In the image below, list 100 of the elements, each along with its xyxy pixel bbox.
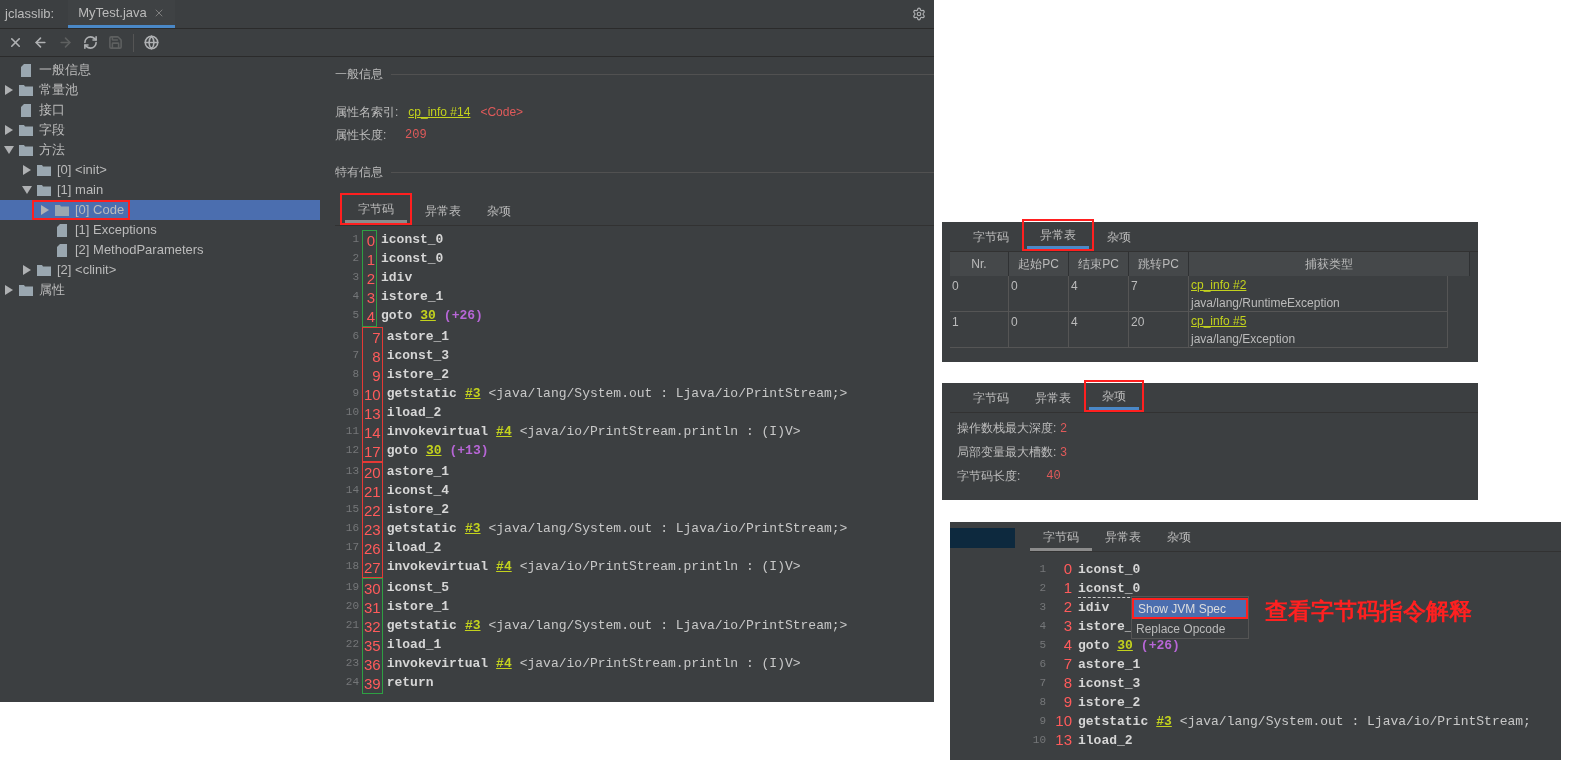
table-cell-text: java/lang/RuntimeException (1191, 295, 1341, 312)
column-header[interactable]: Nr. (950, 252, 1009, 276)
caret-right-icon[interactable] (4, 85, 14, 95)
line-number: 7 (1038, 676, 1046, 692)
reference-link[interactable]: cp_info #2 (1191, 276, 1247, 294)
refresh-icon[interactable] (83, 35, 98, 50)
reference-link[interactable]: cp_info #14 (408, 103, 471, 121)
caret-right-icon[interactable] (22, 265, 32, 275)
opcode: getstatic (1078, 713, 1149, 730)
opcode: getstatic (386, 520, 457, 537)
caret-right-icon[interactable] (4, 285, 14, 295)
tree-item-label: 接口 (39, 101, 65, 120)
bytecode-offset: 9 (1062, 692, 1072, 713)
tree-item-label: [1] Exceptions (75, 221, 157, 240)
opcode: return (386, 674, 434, 691)
reference-link[interactable]: #4 (496, 655, 512, 672)
field-label: 局部变量最大槽数: (957, 444, 1057, 461)
tab[interactable]: 异常表 (1027, 223, 1089, 249)
tree-item-label: [2] MethodParameters (75, 241, 204, 260)
globe-icon[interactable] (144, 35, 159, 50)
tab[interactable]: 杂项 (1094, 225, 1144, 251)
reference-link[interactable]: 30 (1117, 637, 1133, 654)
jump-offset: (+13) (449, 442, 489, 459)
tab[interactable]: 异常表 (1022, 386, 1084, 412)
tree-item-label: 方法 (39, 141, 65, 160)
opcode: iload_2 (386, 404, 442, 421)
opcode: iload_1 (386, 636, 442, 653)
folder-icon (19, 124, 33, 136)
folder-icon (19, 84, 33, 96)
bytecode-offset: 4 (1062, 635, 1072, 656)
column-header[interactable]: 起始PC (1009, 252, 1069, 276)
tree-item[interactable]: 常量池 (0, 80, 320, 100)
menu-item[interactable]: Show JVM Spec (1134, 600, 1246, 617)
settings-icon[interactable] (912, 7, 926, 21)
tree-item[interactable]: 方法 (0, 140, 320, 160)
caret-down-icon[interactable] (4, 145, 14, 155)
opcode: goto (381, 307, 413, 324)
bytecode-offset: 10 (364, 385, 381, 404)
tree-item[interactable]: 一般信息 (0, 60, 320, 80)
tree-item[interactable]: [2] <clinit> (0, 260, 320, 280)
line-number: 18 (345, 559, 359, 574)
line-number: 16 (345, 521, 359, 536)
tab[interactable]: 杂项 (474, 199, 524, 225)
field-value: 2 (1060, 420, 1068, 437)
tab[interactable]: 字节码 (960, 225, 1022, 251)
tree-item[interactable]: 接口 (0, 100, 320, 120)
reference-text: <java/lang/System.out : Ljava/io/PrintStream;> (488, 617, 848, 634)
tree-item[interactable]: 字段 (0, 120, 320, 140)
reference-link[interactable]: #3 (464, 385, 481, 402)
caret-right-icon[interactable] (4, 125, 14, 135)
reference-link[interactable]: 30 (420, 307, 436, 324)
folder-icon (19, 144, 33, 156)
reference-link[interactable]: #4 (496, 423, 512, 440)
tree-item[interactable]: [2] MethodParameters (0, 240, 320, 260)
reference-link[interactable]: #4 (496, 558, 512, 575)
tab[interactable]: 字节码 (960, 386, 1022, 412)
column-header[interactable]: 捕获类型 (1189, 252, 1470, 276)
reference-link[interactable]: #3 (464, 617, 481, 634)
folder-icon (19, 284, 33, 296)
caret-right-icon[interactable] (22, 165, 32, 175)
bytecode-offset: 22 (364, 501, 381, 520)
bytecode-offset: 7 (372, 328, 381, 347)
field-label: 字节码长度: (957, 468, 1021, 485)
bytecode-offset: 0 (366, 231, 375, 250)
field-value: 209 (405, 127, 427, 144)
reference-link[interactable]: cp_info #5 (1191, 312, 1247, 330)
line-number: 17 (345, 540, 359, 555)
bytecode-offset: 2 (1062, 597, 1072, 618)
line-number: 4 (1038, 619, 1046, 635)
reference-link[interactable]: #3 (464, 520, 481, 537)
tree-item[interactable]: [1] main (0, 180, 320, 200)
tree-item[interactable]: 属性 (0, 280, 320, 300)
column-header[interactable]: 跳转PC (1129, 252, 1189, 276)
menu-item[interactable]: Replace Opcode (1132, 620, 1248, 637)
bytecode-offset: 26 (364, 539, 381, 558)
bytecode-offset: 9 (372, 366, 381, 385)
column-header[interactable]: 结束PC (1069, 252, 1129, 276)
bytecode-offset: 35 (364, 636, 381, 655)
tab[interactable]: 字节码 (1030, 525, 1092, 551)
opcode: iconst_0 (381, 250, 444, 267)
opcode: iload_2 (386, 539, 442, 556)
tab[interactable]: 字节码 (345, 197, 407, 223)
tool-window-title: jclasslib: (5, 5, 55, 23)
tab[interactable]: 异常表 (1092, 525, 1154, 551)
opcode: iconst_5 (386, 579, 450, 596)
tree-item[interactable]: [0] <init> (0, 160, 320, 180)
tab[interactable]: 异常表 (412, 199, 474, 225)
line-number: 14 (345, 483, 359, 498)
opcode: iconst_4 (386, 482, 450, 499)
tab[interactable]: 杂项 (1089, 384, 1139, 410)
reference-text: <java/lang/System.out : Ljava/io/PrintStream;> (488, 520, 848, 537)
tab[interactable]: 杂项 (1154, 525, 1204, 551)
reference-link[interactable]: #3 (1156, 713, 1172, 730)
tree-item[interactable]: [1] Exceptions (0, 220, 320, 240)
opcode: istore_ (1078, 618, 1133, 635)
opcode: getstatic (386, 385, 457, 402)
caret-down-icon[interactable] (22, 185, 32, 195)
callout-text: 查看字节码指令解释 (1265, 597, 1472, 626)
reference-link[interactable]: 30 (425, 442, 442, 459)
close-icon[interactable] (8, 35, 23, 50)
